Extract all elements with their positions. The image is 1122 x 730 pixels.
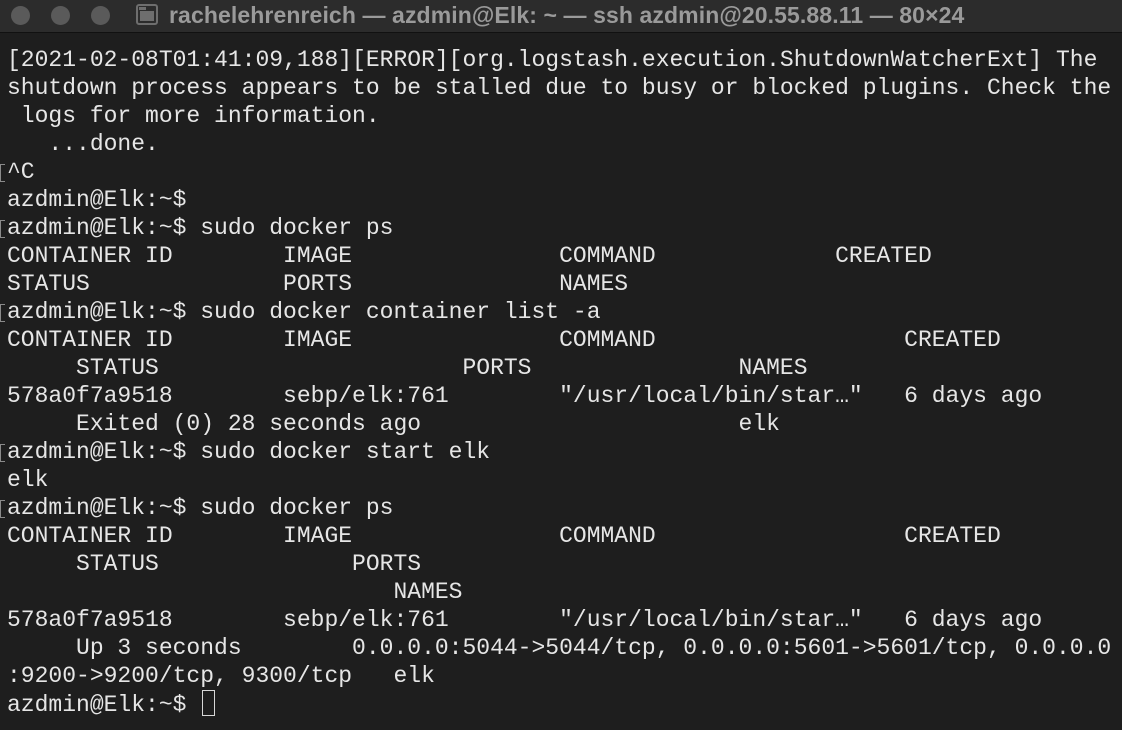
terminal-line: ...done. [7,131,159,157]
text-cursor [202,690,216,716]
terminal-line: azdmin@Elk:~$ sudo docker container list… [7,299,601,325]
window-title: rachelehrenreich — azdmin@Elk: ~ — ssh a… [169,2,965,28]
folder-icon [136,4,158,25]
terminal-line: azdmin@Elk:~$ [7,187,187,213]
terminal-line: azdmin@Elk:~$ sudo docker ps [7,495,394,521]
shell-prompt: azdmin@Elk:~$ [7,692,201,718]
terminal-line: CONTAINER ID IMAGE COMMAND CREATED [7,243,932,269]
terminal-line: azdmin@Elk:~$ sudo docker ps [7,215,394,241]
close-button[interactable] [11,6,30,25]
terminal-line: ^C [7,159,35,185]
terminal-line: :9200->9200/tcp, 9300/tcp elk [7,663,435,689]
terminal-line: CONTAINER ID IMAGE COMMAND CREATED [7,523,1001,549]
command-mark [0,304,5,322]
command-mark [0,444,5,462]
terminal-line: [2021-02-08T01:41:09,188][ERROR][org.log… [7,47,1098,73]
command-mark [0,220,5,238]
terminal-window: rachelehrenreich — azdmin@Elk: ~ — ssh a… [0,0,1122,730]
command-mark [0,500,5,518]
terminal-line: 578a0f7a9518 sebp/elk:761 "/usr/local/bi… [7,383,1043,409]
terminal-line: azdmin@Elk:~$ sudo docker start elk [7,439,491,465]
command-mark [0,164,5,182]
terminal-output[interactable]: [2021-02-08T01:41:09,188][ERROR][org.log… [0,33,1122,730]
terminal-line: 578a0f7a9518 sebp/elk:761 "/usr/local/bi… [7,607,1043,633]
terminal-line: NAMES [7,579,463,605]
terminal-prompt-line[interactable]: azdmin@Elk:~$ [7,690,216,718]
terminal-line: STATUS PORTS [7,551,422,577]
terminal-line: Up 3 seconds 0.0.0.0:5044->5044/tcp, 0.0… [7,635,1112,661]
terminal-line: elk [7,467,49,493]
title-bar[interactable]: rachelehrenreich — azdmin@Elk: ~ — ssh a… [0,0,1122,33]
terminal-line: CONTAINER ID IMAGE COMMAND CREATED [7,327,1001,353]
terminal-line: shutdown process appears to be stalled d… [7,75,1112,101]
terminal-line: STATUS PORTS NAMES [7,355,808,381]
terminal-line: STATUS PORTS NAMES [7,271,629,297]
terminal-line: logs for more information. [7,103,380,129]
minimize-button[interactable] [51,6,70,25]
zoom-button[interactable] [91,6,110,25]
terminal-line: Exited (0) 28 seconds ago elk [7,411,780,437]
